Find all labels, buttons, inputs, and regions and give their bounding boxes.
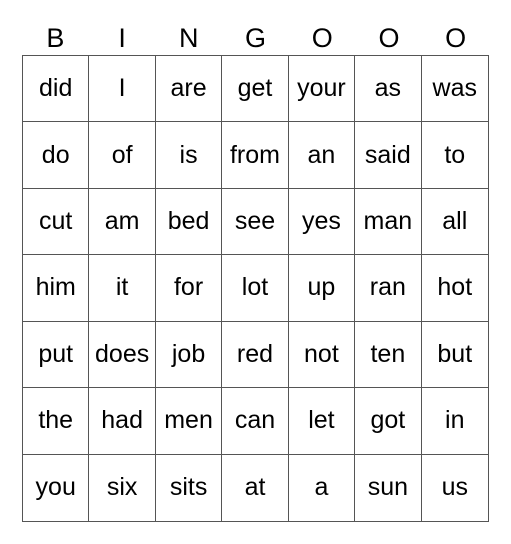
bingo-cell[interactable]: your — [288, 56, 356, 123]
bingo-cell[interactable]: a — [289, 454, 356, 521]
bingo-cell[interactable]: as — [355, 56, 422, 123]
bingo-cell[interactable]: did — [23, 56, 90, 123]
bingo-cell[interactable]: to — [421, 122, 488, 189]
bingo-cell[interactable]: let — [288, 388, 356, 455]
bingo-cell[interactable]: was — [421, 56, 488, 123]
bingo-cell[interactable]: does — [89, 321, 156, 389]
bingo-cell[interactable]: at — [222, 454, 289, 521]
bingo-cell[interactable]: am — [89, 188, 156, 256]
bingo-cell[interactable]: lot — [222, 255, 289, 322]
header-letter: I — [118, 23, 126, 53]
bingo-cell[interactable]: is — [155, 122, 223, 189]
bingo-cell[interactable]: hot — [421, 255, 488, 322]
header-letter: G — [245, 23, 267, 53]
bingo-cell[interactable]: ran — [355, 255, 422, 322]
bingo-cell[interactable]: cut — [23, 188, 90, 256]
bingo-cell[interactable]: see — [222, 188, 289, 256]
bingo-cell[interactable]: red — [222, 321, 289, 389]
header-letter: O — [378, 23, 400, 53]
header-letter: N — [179, 23, 199, 53]
bingo-header: BINGOOO — [22, 22, 489, 55]
bingo-cell[interactable]: can — [222, 388, 289, 455]
bingo-cell[interactable]: from — [222, 122, 289, 189]
bingo-cell[interactable]: man — [355, 188, 422, 256]
bingo-cell[interactable]: him — [23, 255, 90, 322]
bingo-cell[interactable]: job — [155, 321, 223, 389]
bingo-cell[interactable]: in — [421, 388, 488, 455]
bingo-cell[interactable]: six — [89, 454, 156, 521]
bingo-grid: did Iare get your as was do of is from an said to cut… — [22, 55, 489, 522]
bingo-cell[interactable]: up — [288, 255, 356, 322]
bingo-cell[interactable]: I — [89, 56, 156, 123]
bingo-cell[interactable]: yes — [288, 188, 356, 256]
bingo-cell[interactable]: an — [288, 122, 356, 189]
bingo-cell[interactable]: of — [89, 122, 156, 189]
bingo-cell[interactable]: but — [421, 322, 488, 389]
bingo-cell[interactable]: got — [355, 388, 422, 455]
bingo-cell[interactable]: us — [422, 455, 488, 521]
bingo-cell[interactable]: men — [155, 388, 223, 455]
bingo-cell[interactable]: said — [355, 122, 422, 189]
bingo-cell[interactable]: get — [222, 56, 289, 123]
bingo-cell[interactable]: are — [155, 56, 223, 123]
bingo-cell[interactable]: do — [23, 122, 90, 189]
header-letter: O — [445, 23, 467, 53]
bingo-cell[interactable]: all — [421, 189, 488, 256]
bingo-cell[interactable]: the — [23, 388, 90, 455]
header-letter: O — [311, 23, 333, 53]
bingo-cell[interactable]: put — [23, 321, 90, 389]
bingo-cell[interactable]: it — [89, 255, 156, 322]
header-letter: B — [46, 23, 65, 53]
bingo-cell[interactable]: bed — [155, 188, 223, 256]
bingo-cell[interactable]: had — [89, 388, 156, 455]
bingo-cell[interactable]: ten — [355, 321, 422, 389]
bingo-cell[interactable]: for — [155, 255, 223, 322]
bingo-cell[interactable]: sits — [156, 454, 223, 521]
bingo-cell[interactable]: not — [288, 321, 356, 389]
bingo-cell[interactable]: sun — [355, 454, 422, 521]
bingo-cell[interactable]: you — [23, 454, 90, 521]
